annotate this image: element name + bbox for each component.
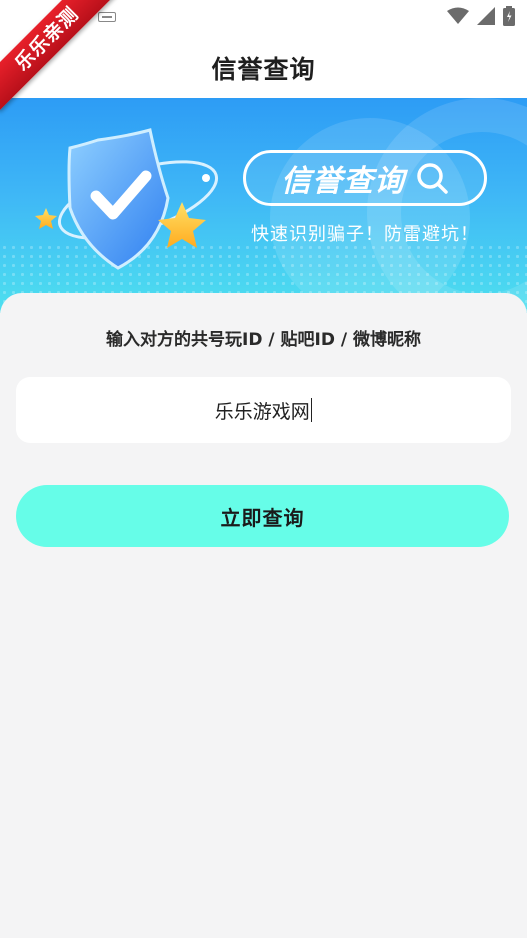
page-title: 信誉查询	[211, 55, 316, 84]
text-caret	[310, 398, 313, 422]
query-button[interactable]: 立即查询	[16, 485, 509, 547]
signal-icon	[477, 7, 495, 25]
query-card: 输入对方的共号玩ID / 贴吧ID / 微博昵称 乐乐游戏网 立即查询	[0, 293, 527, 938]
search-input-value[interactable]: 乐乐游戏网	[215, 397, 310, 424]
keyboard-icon	[98, 12, 116, 22]
status-icons	[447, 6, 515, 26]
input-prompt: 输入对方的共号玩ID / 贴吧ID / 微博昵称	[106, 330, 421, 350]
banner-tagline: 快速识别骗子！防雷避坑！	[251, 224, 479, 245]
hero-banner: 信誉查询 快速识别骗子！防雷避坑！	[0, 98, 527, 313]
shield-check-icon	[35, 128, 219, 270]
app-bar: 信誉查询	[0, 34, 527, 98]
search-input[interactable]: 乐乐游戏网	[16, 377, 511, 443]
banner-badge-text: 信誉查询	[281, 164, 405, 199]
search-icon	[417, 163, 448, 194]
banner-badge: 信誉查询	[243, 150, 487, 206]
battery-icon	[503, 6, 515, 26]
wifi-icon	[447, 7, 469, 24]
